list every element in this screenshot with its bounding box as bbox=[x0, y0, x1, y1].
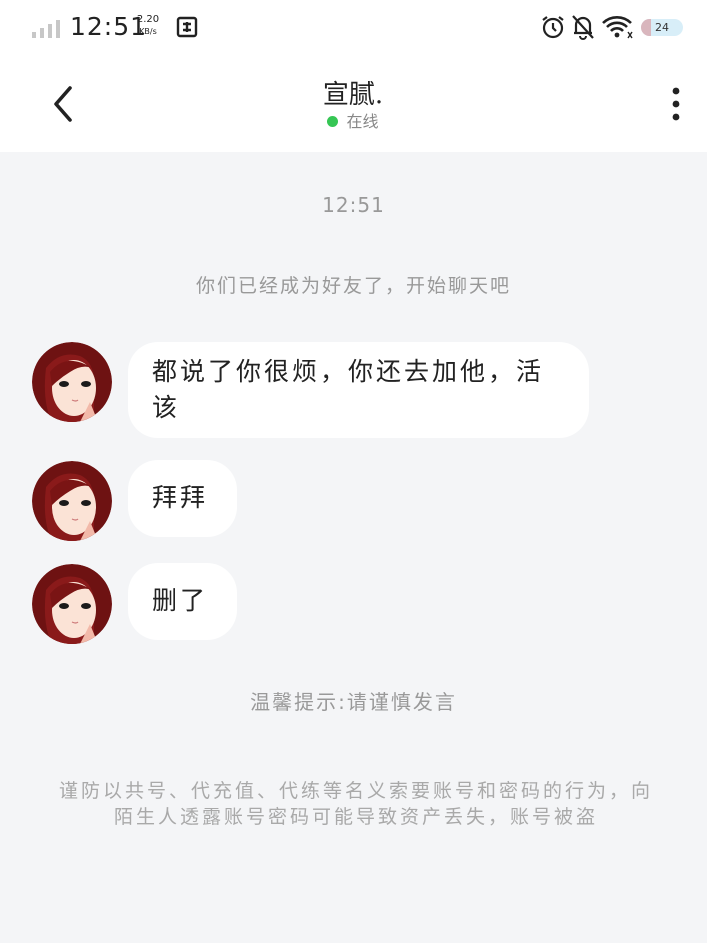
message-text: 都说了你很烦，你还去加他，活该 bbox=[152, 357, 545, 422]
presence-text: 在线 bbox=[346, 112, 379, 131]
message-bubble[interactable]: 拜拜 bbox=[128, 460, 237, 537]
chat-timestamp: 12:51 bbox=[322, 193, 385, 217]
signal-icon bbox=[32, 20, 60, 38]
wifi-icon bbox=[602, 16, 633, 39]
alarm-icon bbox=[542, 16, 564, 39]
chat-screen: 12:51 2.20 KB/s 24 宣腻. 在线 12:51 你们已经成为好友… bbox=[0, 0, 707, 943]
more-vertical-icon bbox=[672, 87, 680, 121]
net-speed-value: 2.20 bbox=[136, 14, 160, 25]
safety-tip: 温馨提示:请谨慎发言 bbox=[250, 690, 457, 714]
top-bar: 12:51 2.20 KB/s 24 宣腻. 在线 bbox=[0, 0, 707, 152]
message-bubble[interactable]: 都说了你很烦，你还去加他，活该 bbox=[128, 342, 589, 438]
security-warning: 谨防以共号、代充值、代练等名义索要账号和密码的行为，向陌生人透露账号密码可能导致… bbox=[58, 780, 653, 828]
avatar[interactable] bbox=[32, 461, 112, 541]
message-bubble[interactable]: 删了 bbox=[128, 563, 237, 640]
contact-name: 宣腻. bbox=[322, 80, 384, 110]
battery-level: 24 bbox=[655, 21, 669, 34]
battery-icon: 24 bbox=[641, 19, 683, 36]
avatar[interactable] bbox=[32, 342, 112, 422]
message-text: 删了 bbox=[152, 586, 209, 615]
more-options-button[interactable] bbox=[660, 84, 692, 124]
system-message: 你们已经成为好友了，开始聊天吧 bbox=[195, 275, 511, 297]
status-bar: 12:51 2.20 KB/s 24 bbox=[0, 0, 707, 56]
net-speed: 2.20 KB/s bbox=[135, 14, 161, 38]
online-dot-icon bbox=[327, 116, 339, 127]
sim-icon bbox=[176, 16, 198, 38]
message-text: 拜拜 bbox=[152, 483, 209, 512]
bell-off-icon bbox=[572, 15, 594, 40]
chevron-left-icon bbox=[54, 86, 72, 122]
presence-status: 在线 bbox=[253, 108, 453, 132]
back-button[interactable] bbox=[44, 82, 84, 126]
avatar[interactable] bbox=[32, 564, 112, 644]
net-speed-unit: KB/s bbox=[139, 27, 157, 36]
